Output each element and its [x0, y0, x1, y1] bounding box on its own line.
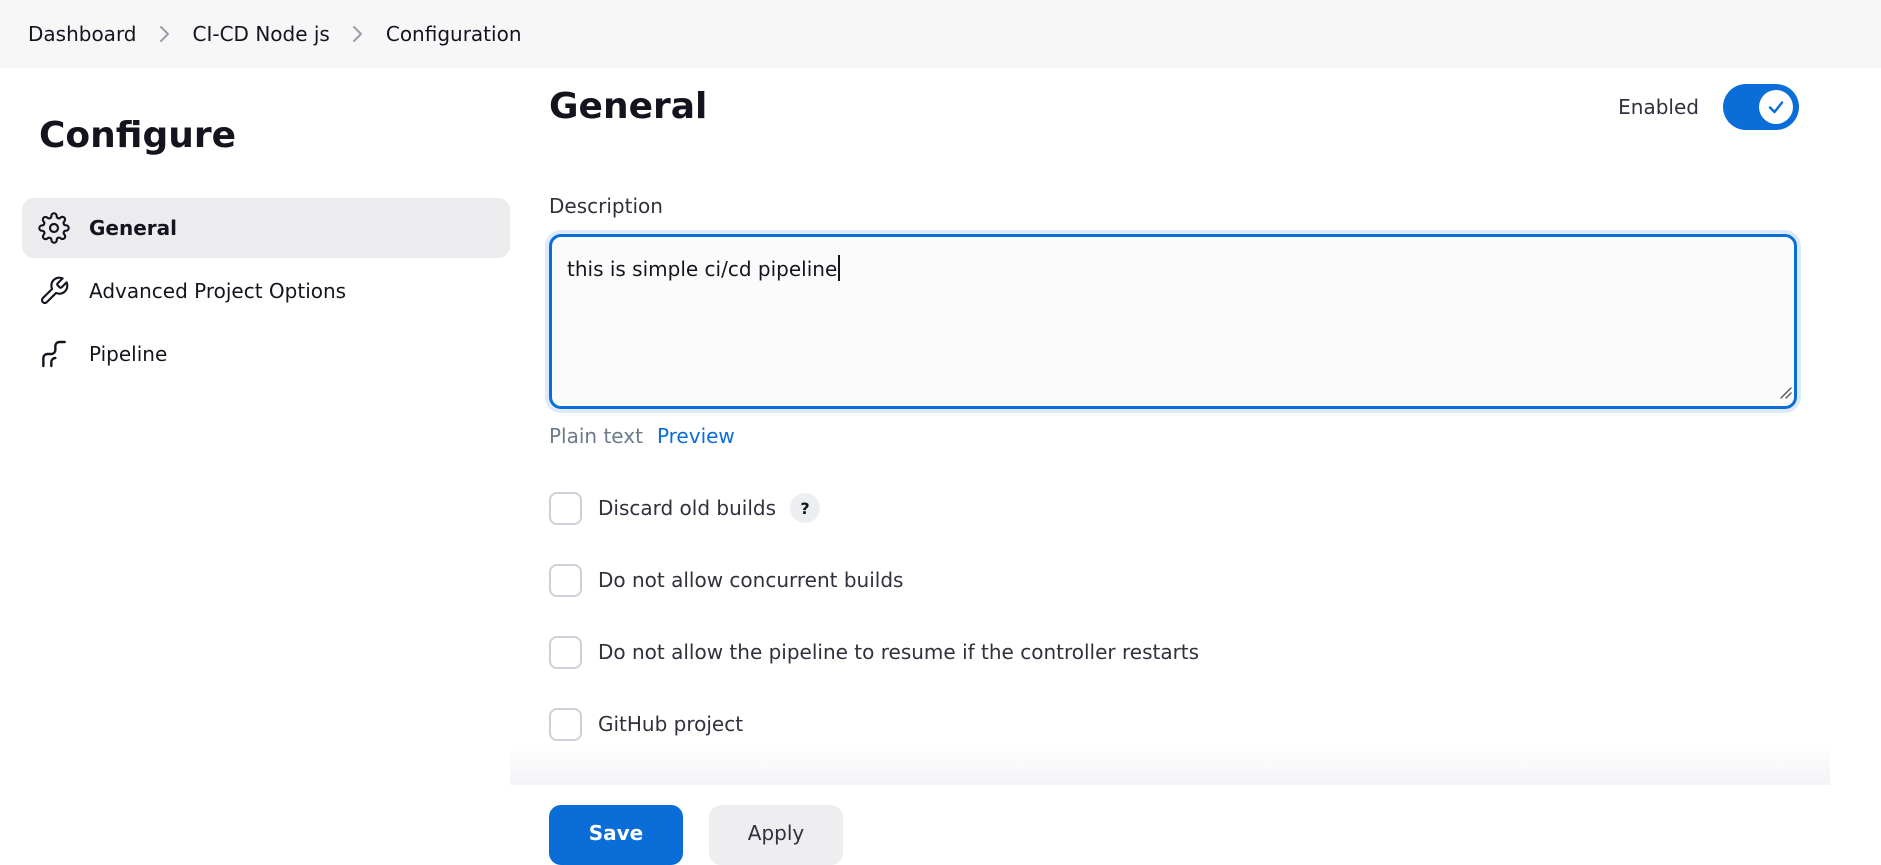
chevron-right-icon [159, 24, 171, 44]
description-format-toggle: Plain text Preview [549, 424, 735, 448]
description-label: Description [549, 194, 663, 218]
no-resume-pipeline-checkbox[interactable] [549, 635, 582, 669]
section-title: General [549, 86, 708, 127]
text-caret [838, 255, 841, 281]
option-label: Do not allow concurrent builds [598, 568, 904, 592]
option-discard-old-builds: Discard old builds ? [549, 491, 820, 525]
toggle-knob [1759, 90, 1793, 124]
enabled-label: Enabled [1618, 95, 1699, 119]
option-label: Do not allow the pipeline to resume if t… [598, 640, 1200, 664]
sidebar-nav: General Advanced Project Options Pipelin… [22, 198, 510, 384]
option-label: GitHub project [598, 712, 744, 736]
github-project-checkbox[interactable] [549, 707, 582, 741]
pipeline-icon [38, 338, 70, 370]
main-content: General Enabled Description this is simp… [549, 68, 1799, 853]
sidebar: Configure General Advanced Project Optio… [22, 68, 510, 387]
option-no-resume-pipeline: Do not allow the pipeline to resume if t… [549, 635, 1199, 669]
enabled-control: Enabled [1618, 84, 1799, 130]
option-no-concurrent-builds: Do not allow concurrent builds [549, 563, 903, 597]
enabled-toggle[interactable] [1723, 84, 1799, 130]
sidebar-item-label: Advanced Project Options [89, 279, 347, 303]
plain-text-label: Plain text [549, 424, 643, 448]
chevron-right-icon [352, 24, 364, 44]
breadcrumb-configuration[interactable]: Configuration [386, 22, 522, 46]
breadcrumb-project[interactable]: CI-CD Node js [193, 22, 330, 46]
gear-icon [38, 212, 70, 244]
preview-link[interactable]: Preview [657, 424, 735, 448]
sidebar-title: Configure [39, 115, 237, 156]
sidebar-item-advanced-project-options[interactable]: Advanced Project Options [22, 261, 510, 321]
sidebar-item-pipeline[interactable]: Pipeline [22, 324, 510, 384]
description-textarea[interactable]: this is simple ci/cd pipeline [549, 234, 1797, 409]
help-icon[interactable]: ? [790, 493, 820, 523]
save-button[interactable]: Save [549, 805, 683, 865]
breadcrumb: Dashboard CI-CD Node js Configuration [0, 0, 1881, 68]
description-value: this is simple ci/cd pipeline [567, 257, 838, 281]
sidebar-item-general[interactable]: General [22, 198, 510, 258]
resize-grip-icon[interactable] [1778, 380, 1792, 404]
breadcrumb-dashboard[interactable]: Dashboard [28, 22, 137, 46]
scroll-fade [510, 745, 1830, 785]
sidebar-item-label: General [89, 216, 177, 240]
apply-button[interactable]: Apply [709, 805, 843, 865]
sidebar-item-label: Pipeline [89, 342, 168, 366]
form-footer: Save Apply [0, 785, 1881, 865]
discard-old-builds-checkbox[interactable] [549, 491, 582, 525]
wrench-icon [38, 275, 70, 307]
no-concurrent-builds-checkbox[interactable] [549, 563, 582, 597]
check-icon [1766, 97, 1786, 117]
option-github-project: GitHub project [549, 707, 743, 741]
option-label: Discard old builds [598, 496, 776, 520]
